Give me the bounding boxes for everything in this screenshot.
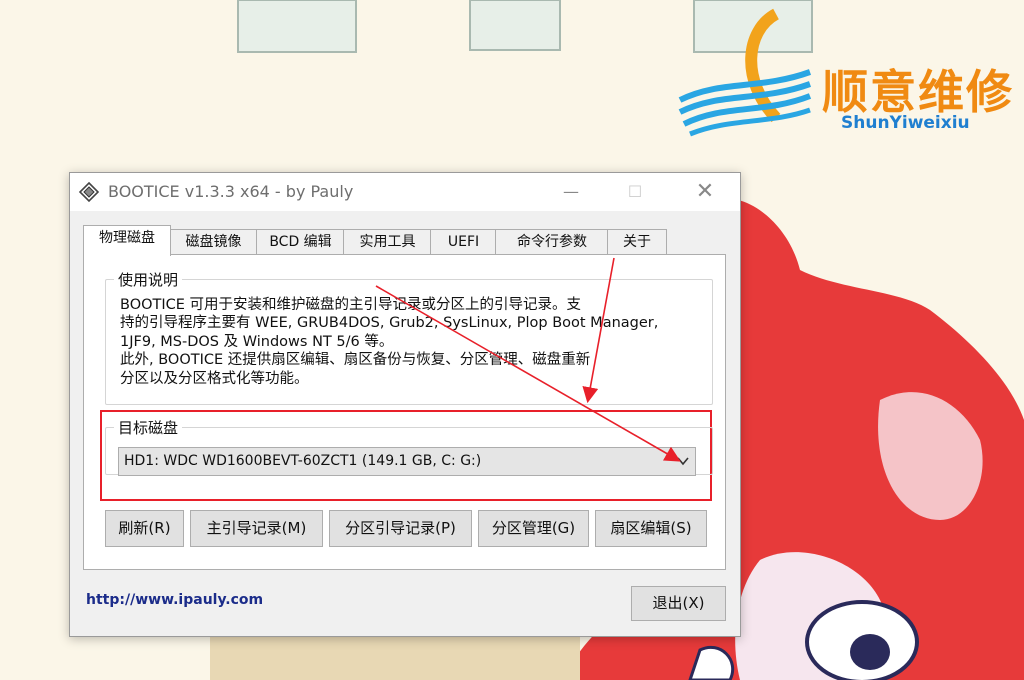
target-disk-groupbox: 目标磁盘 HD1: WDC WD1600BEVT-60ZCT1 (149.1 G…	[105, 417, 713, 476]
website-link[interactable]: http://www.ipauly.com	[86, 592, 263, 608]
maximize-button[interactable]: ☐	[612, 173, 658, 211]
tab-about[interactable]: 关于	[607, 229, 667, 255]
usage-groupbox: 使用说明 BOOTICE 可用于安装和维护磁盘的主引导记录或分区上的引导记录。支…	[105, 269, 713, 405]
tab-bcd-edit[interactable]: BCD 编辑	[256, 229, 345, 255]
usage-title: 使用说明	[114, 269, 183, 290]
chevron-down-icon	[677, 457, 689, 466]
tab-command-line[interactable]: 命令行参数	[495, 229, 609, 255]
target-disk-value: HD1: WDC WD1600BEVT-60ZCT1 (149.1 GB, C:…	[124, 453, 482, 469]
title-bar[interactable]: BOOTICE v1.3.3 x64 - by Pauly — ☐ ✕	[70, 173, 740, 211]
target-disk-title: 目标磁盘	[114, 417, 183, 438]
watermark-brand-en: ShunYiweixiu	[841, 113, 970, 133]
sector-edit-button[interactable]: 扇区编辑(S)	[595, 510, 707, 547]
close-button[interactable]: ✕	[682, 173, 728, 211]
partition-manage-button[interactable]: 分区管理(G)	[478, 510, 589, 547]
tab-disk-image[interactable]: 磁盘镜像	[169, 229, 258, 255]
usage-description: BOOTICE 可用于安装和维护磁盘的主引导记录或分区上的引导记录。支 持的引导…	[120, 297, 659, 387]
bootice-app-icon	[78, 181, 100, 203]
tab-utilities[interactable]: 实用工具	[343, 229, 432, 255]
target-disk-select[interactable]: HD1: WDC WD1600BEVT-60ZCT1 (149.1 GB, C:…	[118, 447, 696, 476]
physical-disk-panel: 使用说明 BOOTICE 可用于安装和维护磁盘的主引导记录或分区上的引导记录。支…	[83, 254, 726, 570]
mbr-button[interactable]: 主引导记录(M)	[190, 510, 323, 547]
bootice-window: BOOTICE v1.3.3 x64 - by Pauly — ☐ ✕ 物理磁盘…	[69, 172, 741, 637]
refresh-button[interactable]: 刷新(R)	[105, 510, 184, 547]
tab-strip: 物理磁盘 磁盘镜像 BCD 编辑 实用工具 UEFI 命令行参数 关于	[83, 225, 723, 256]
exit-button[interactable]: 退出(X)	[631, 586, 726, 621]
tab-physical-disk[interactable]: 物理磁盘	[83, 225, 171, 256]
window-title: BOOTICE v1.3.3 x64 - by Pauly	[108, 182, 354, 201]
tab-uefi[interactable]: UEFI	[430, 229, 497, 255]
pbr-button[interactable]: 分区引导记录(P)	[329, 510, 472, 547]
minimize-button[interactable]: —	[548, 173, 594, 211]
